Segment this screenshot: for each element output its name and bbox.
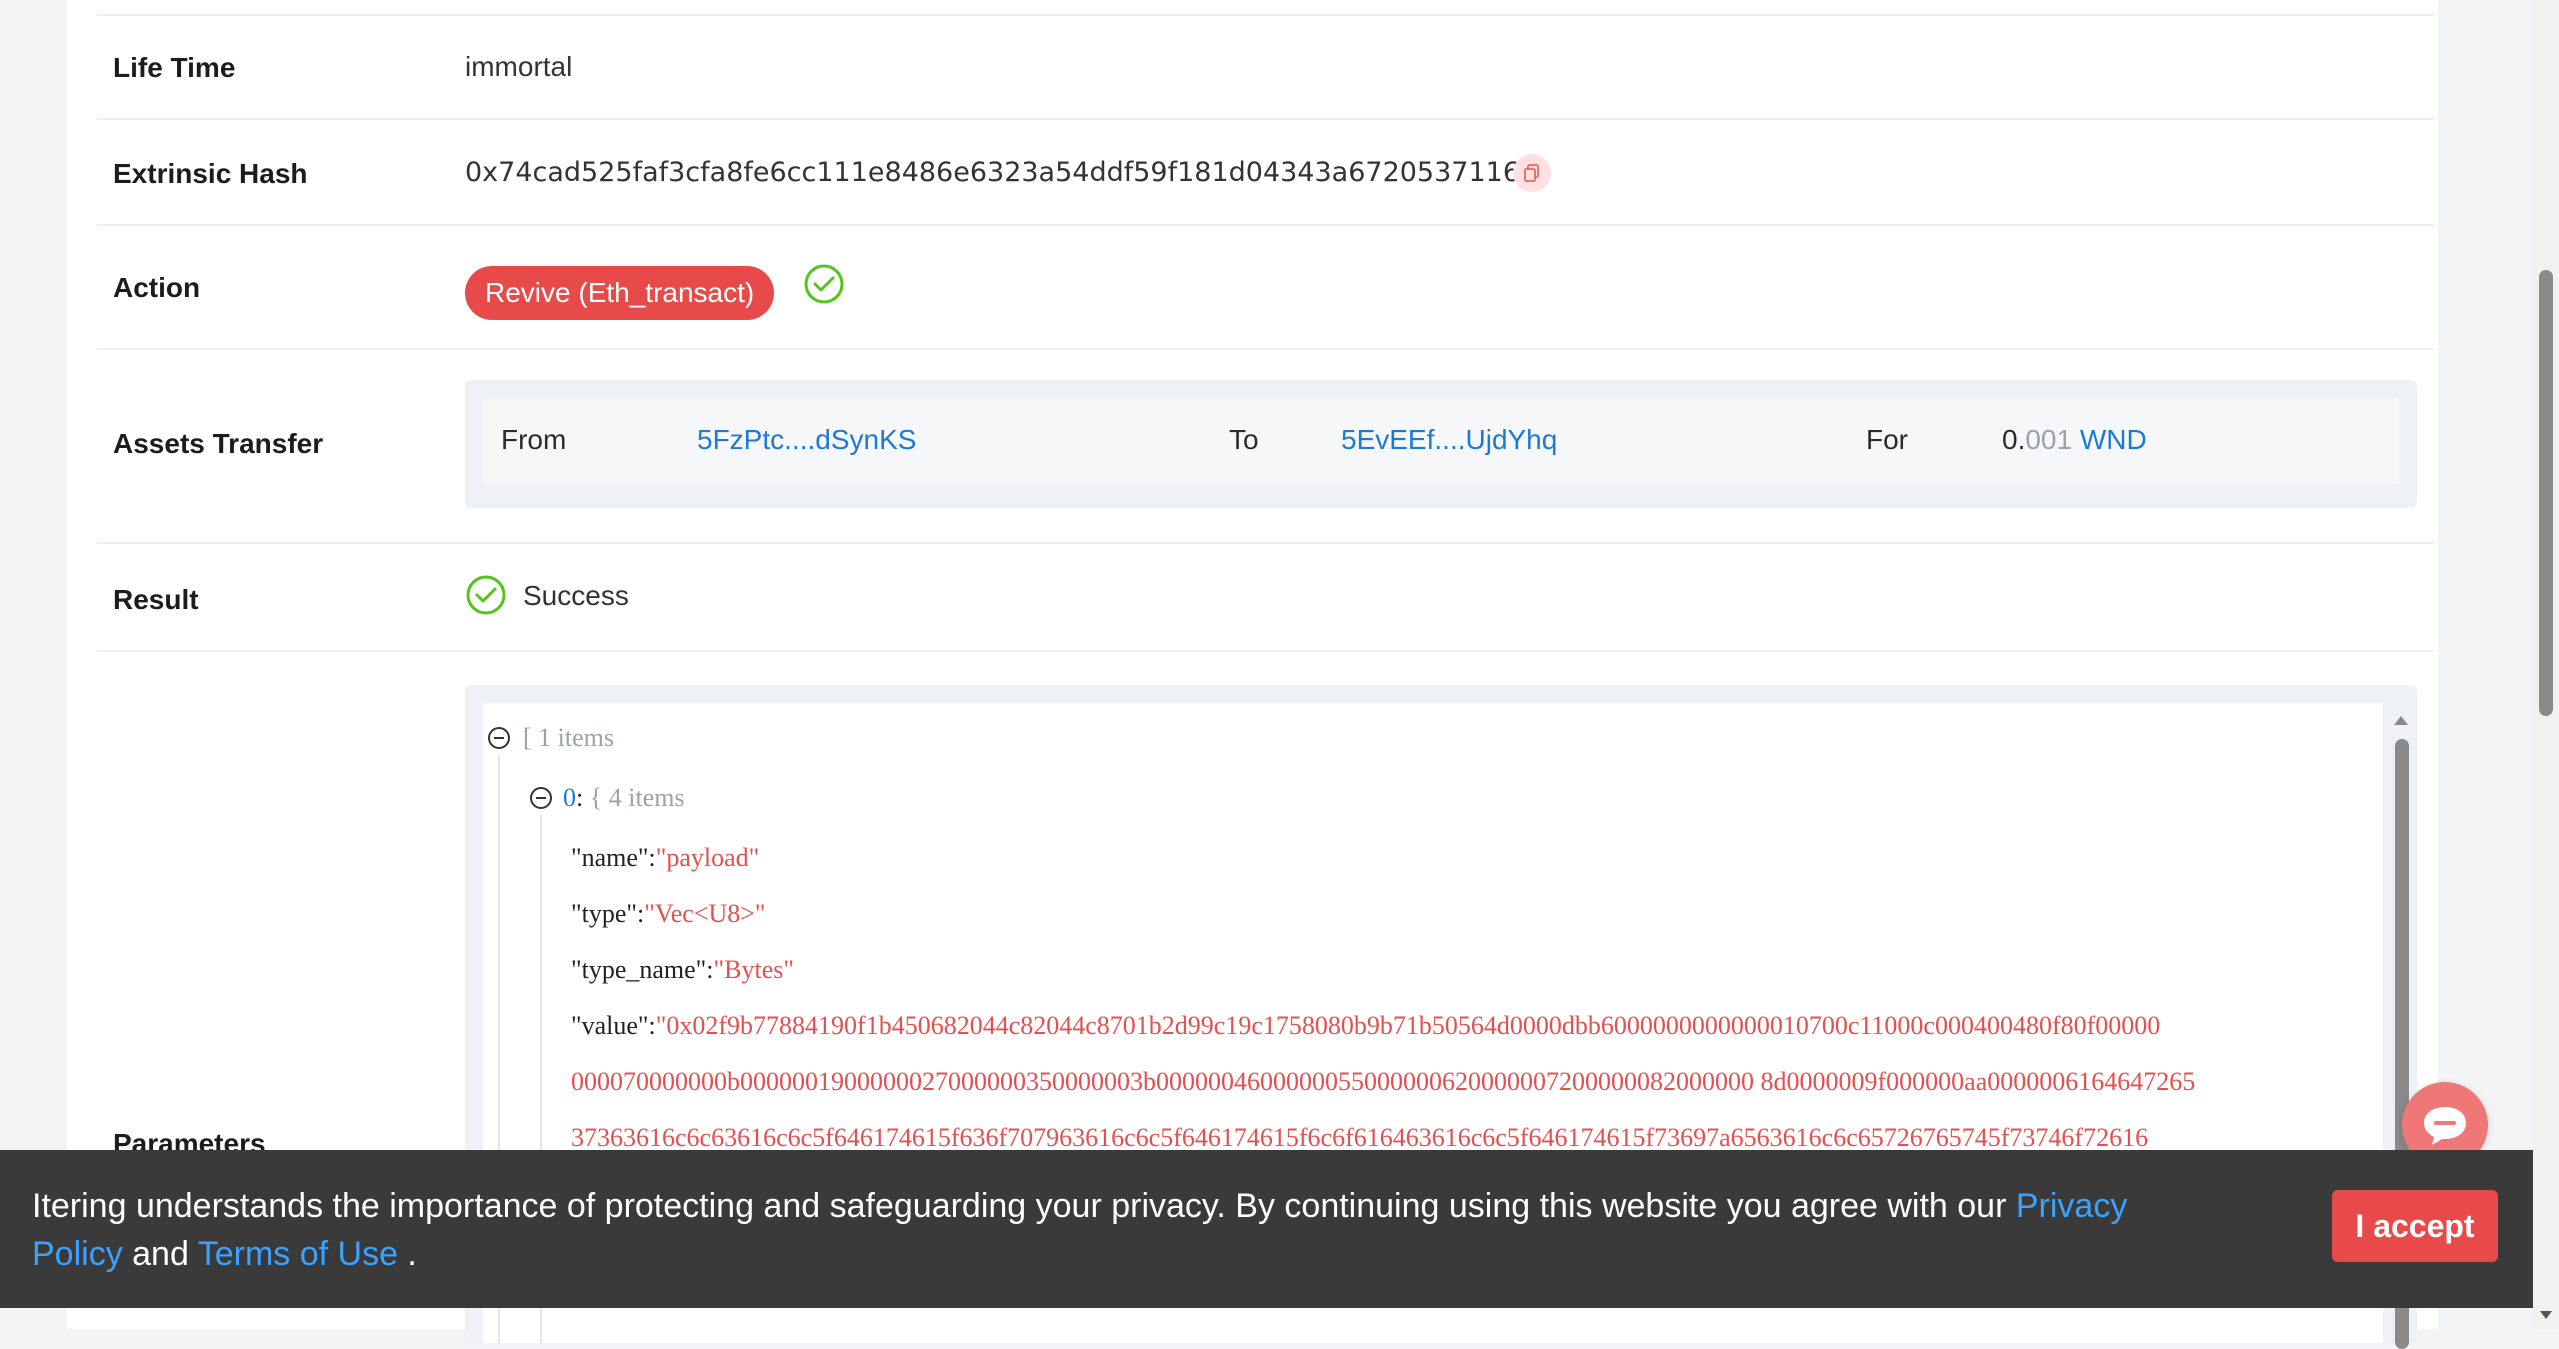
json-field-type: "type":"Vec<U8>" (571, 899, 766, 928)
to-label: To (1229, 424, 1259, 455)
action-label: Action (113, 272, 201, 303)
assets-transfer-label: Assets Transfer (113, 428, 324, 459)
json-root-count: 1 items (538, 723, 615, 752)
collapse-root-toggle[interactable] (488, 727, 510, 749)
cookie-consent-text: Itering understands the importance of pr… (32, 1187, 2128, 1273)
json-field-type-name: "type_name":"Bytes" (571, 955, 794, 984)
json-item-bracket: { (589, 783, 603, 812)
json-item-count: 4 items (608, 783, 685, 812)
life-time-value: immortal (465, 51, 573, 82)
row-life-time: Life Time immortal (97, 14, 2434, 120)
result-label: Result (113, 584, 199, 615)
to-address-link[interactable]: 5EvEEf....UjdYhq (1341, 424, 1557, 456)
json-field-value: "value":"0x02f9b77884190f1b450682044c820… (571, 1011, 2161, 1040)
extrinsic-hash-value: 0x74cad525faf3cfa8fe6cc111e8486e6323a54d… (465, 157, 1538, 188)
transfer-item: From 5FzPtc....dSynKS To 5EvEEf....UjdYh… (483, 398, 2399, 484)
row-result: Result Success (97, 544, 2434, 652)
json-item-line: 0: { 4 items (563, 783, 685, 813)
extrinsic-details-card: Life Time immortal Extrinsic Hash 0x74ca… (67, 0, 2438, 1349)
json-value-cont-1: 000070000000b000000190000002700000035000… (571, 1067, 2196, 1096)
token-symbol-link[interactable]: WND (2080, 424, 2147, 455)
amount-value: 0.001 WND (2002, 424, 2147, 456)
json-root-bracket: [ (523, 723, 532, 752)
check-circle-icon (804, 264, 844, 304)
copy-hash-button[interactable] (1513, 154, 1551, 192)
extrinsic-hash-label: Extrinsic Hash (113, 158, 308, 189)
amount-decimals: 001 (2025, 424, 2073, 455)
scroll-up-arrow-icon[interactable] (2392, 713, 2410, 727)
json-value-cont-2: 37363616c6c63616c6c5f646174615f636f70796… (571, 1123, 2149, 1152)
page-scroll-down-arrow-icon[interactable] (2538, 1308, 2554, 1322)
page-scrollbar[interactable] (2533, 0, 2559, 1329)
row-extrinsic-hash: Extrinsic Hash 0x74cad525faf3cfa8fe6cc11… (97, 120, 2434, 226)
row-action: Action Revive (Eth_transact) (97, 226, 2434, 350)
json-field-name: "name":"payload" (571, 843, 760, 872)
from-address-link[interactable]: 5FzPtc....dSynKS (697, 424, 916, 456)
success-check-icon (466, 575, 506, 615)
json-root-line: [ 1 items (523, 723, 614, 753)
cookie-consent-bar: Itering understands the importance of pr… (0, 1150, 2533, 1308)
json-item-colon: : (576, 783, 584, 812)
page-scroll-thumb[interactable] (2539, 270, 2553, 716)
action-pill[interactable]: Revive (Eth_transact) (465, 266, 775, 320)
collapse-item-toggle[interactable] (530, 787, 552, 809)
amount-integer: 0. (2002, 424, 2026, 455)
terms-of-use-link[interactable]: Terms of Use (198, 1235, 398, 1273)
assets-transfer-box: From 5FzPtc....dSynKS To 5EvEEf....UjdYh… (465, 380, 2417, 508)
life-time-label: Life Time (113, 52, 236, 83)
from-label: From (501, 424, 567, 455)
result-value: Success (523, 580, 629, 611)
chat-bubble-icon (2424, 1107, 2466, 1145)
for-label: For (1866, 424, 1908, 455)
json-item-index: 0 (563, 783, 576, 812)
copy-icon (1524, 164, 1539, 182)
accept-cookies-button[interactable]: I accept (2332, 1190, 2498, 1262)
row-assets-transfer: Assets Transfer From 5FzPtc....dSynKS To… (97, 350, 2434, 544)
